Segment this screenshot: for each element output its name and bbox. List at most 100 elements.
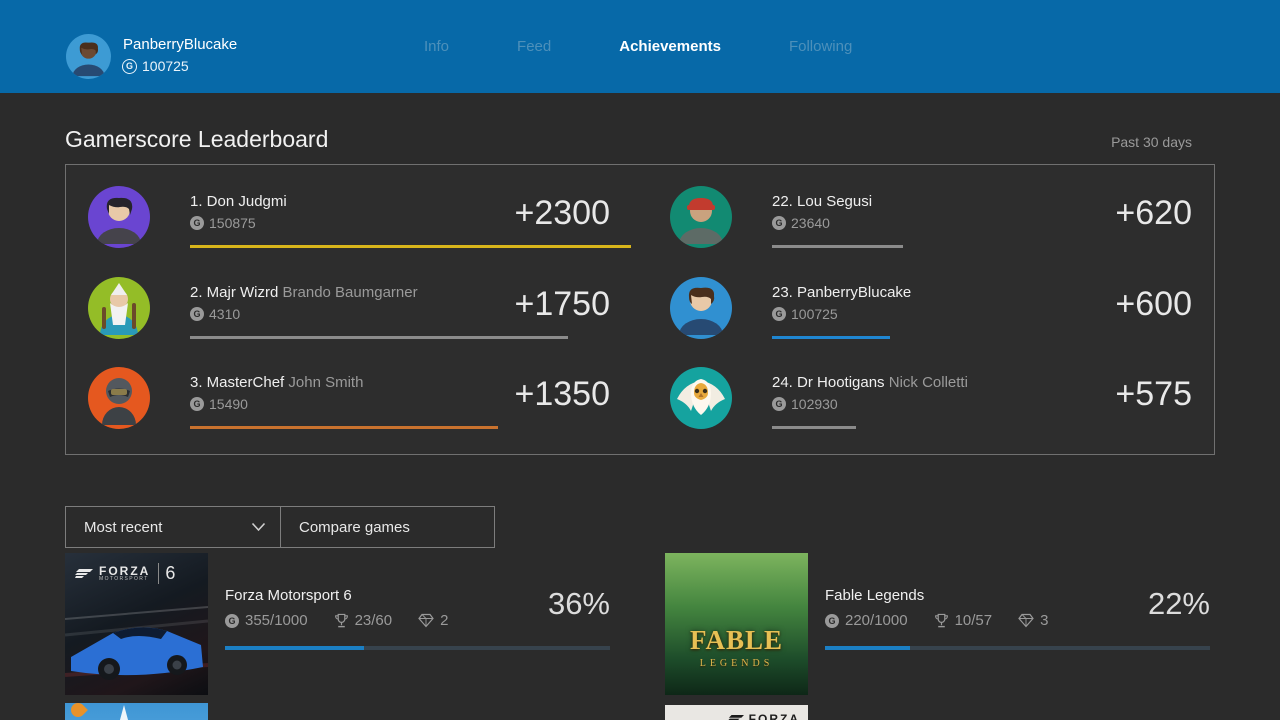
header-gamerscore-value: 100725: [142, 58, 189, 74]
avatar-figure-icon: [66, 34, 111, 79]
game-title: Fable Legends: [825, 587, 924, 604]
game-gamerscore: G 220/1000: [825, 612, 908, 629]
entry-gamerscore: G 15490: [190, 396, 248, 412]
gamerscore-icon: G: [772, 307, 786, 321]
game-challenges: 3: [1018, 612, 1048, 629]
entry-delta: +1350: [515, 375, 611, 414]
forza-logo: FORZA MOTORSPORT 6: [65, 553, 208, 584]
avatar: [88, 367, 150, 429]
entry-progress-bar: [772, 426, 856, 429]
forza-number: 6: [158, 563, 175, 584]
game-row-forza-6: FORZA MOTORSPORT 6 Forza Motorsport 6: [65, 553, 610, 695]
entry-gamerscore: G 150875: [190, 215, 256, 231]
gamerscore-icon: G: [772, 216, 786, 230]
tab-following[interactable]: Following: [789, 38, 852, 55]
avatar-figure-icon: [88, 277, 150, 339]
gamerscore-icon: G: [190, 307, 204, 321]
forza-stripes-icon: [728, 715, 744, 720]
game-achievements: 10/57: [934, 612, 993, 629]
leaderboard-entry[interactable]: 1. Don Judgmi G 150875 +2300: [88, 186, 610, 250]
games-filter-row: Most recent Compare games: [65, 506, 495, 548]
entry-gamertag: 2. Majr Wizrd: [190, 284, 278, 301]
tab-info[interactable]: Info: [424, 38, 449, 55]
entry-name: 2. Majr Wizrd Brando Baumgarner: [190, 284, 418, 301]
game-challenges: 2: [418, 612, 448, 629]
game-boxart-fable-legends[interactable]: FABLE LEGENDS: [665, 553, 808, 695]
trophy-icon: [334, 613, 349, 629]
gamerscore-icon: G: [772, 397, 786, 411]
entry-delta: +2300: [515, 194, 611, 233]
entry-name: 1. Don Judgmi: [190, 193, 287, 210]
game-achievements: 23/60: [334, 612, 393, 629]
profile-header: PanberryBlucake G 100725 Info Feed Achie…: [0, 0, 1280, 93]
forza-wordmark: FORZA: [749, 712, 800, 720]
avatar: [670, 186, 732, 248]
profile-achievements-page: PanberryBlucake G 100725 Info Feed Achie…: [0, 0, 1280, 720]
gamerscore-icon: G: [190, 397, 204, 411]
entry-gamerscore-value: 4310: [209, 306, 240, 322]
gamerscore-icon: G: [825, 614, 839, 628]
tab-feed[interactable]: Feed: [517, 38, 551, 55]
header-gamertag[interactable]: PanberryBlucake: [123, 36, 237, 53]
entry-name: 23. PanberryBlucake: [772, 284, 911, 301]
avatar-figure-icon: [88, 186, 150, 248]
entry-realname: Brando Baumgarner: [283, 284, 418, 301]
forza-stripes-icon: [75, 569, 93, 579]
leaderboard-entry[interactable]: 22. Lou Segusi G 23640 +620: [670, 186, 1192, 250]
leaderboard-entry[interactable]: 23. PanberryBlucake G 100725 +600: [670, 277, 1192, 341]
entry-gamerscore: G 102930: [772, 396, 838, 412]
entry-delta: +620: [1115, 194, 1192, 233]
game-info[interactable]: Fable Legends G 220/1000 10/57: [825, 553, 1210, 695]
game-achievements-value: 10/57: [955, 612, 993, 629]
game-progress-fill: [825, 646, 910, 650]
game-stats: G 220/1000 10/57: [825, 612, 1048, 629]
tab-achievements[interactable]: Achievements: [619, 38, 721, 55]
entry-gamertag: 24. Dr Hootigans: [772, 374, 885, 391]
game-boxart-forza-6[interactable]: FORZA MOTORSPORT 6: [65, 553, 208, 695]
entry-progress-bar: [190, 336, 568, 339]
entry-delta: +600: [1115, 285, 1192, 324]
avatar: [88, 186, 150, 248]
gamerscore-icon: G: [190, 216, 204, 230]
entry-gamerscore-value: 150875: [209, 215, 256, 231]
game-completion-percent: 22%: [1148, 586, 1210, 622]
fable-wordmark: FABLE: [690, 625, 783, 656]
forza-wordmark: FORZA MOTORSPORT: [99, 566, 150, 582]
entry-realname: Nick Colletti: [889, 374, 968, 391]
avatar-figure-icon: [670, 367, 732, 429]
leaderboard-panel: 1. Don Judgmi G 150875 +2300 22. Lou Se: [65, 164, 1215, 455]
trophy-icon: [934, 613, 949, 629]
game-boxart-partial-right[interactable]: FORZA: [665, 705, 808, 720]
leaderboard-entry[interactable]: 2. Majr Wizrd Brando Baumgarner G 4310 +…: [88, 277, 610, 341]
header-gamerscore: G 100725: [122, 58, 189, 74]
entry-gamerscore: G 23640: [772, 215, 830, 231]
avatar: [88, 277, 150, 339]
avatar: [670, 367, 732, 429]
sort-dropdown[interactable]: Most recent: [65, 506, 281, 548]
game-gamerscore: G 355/1000: [225, 612, 308, 629]
compare-games-button[interactable]: Compare games: [281, 506, 495, 548]
leaderboard-entry[interactable]: 3. MasterChef John Smith G 15490 +1350: [88, 367, 610, 431]
leaderboard-entry[interactable]: 24. Dr Hootigans Nick Colletti G 102930 …: [670, 367, 1192, 431]
user-avatar[interactable]: [66, 34, 111, 79]
entry-gamertag: 22. Lou Segusi: [772, 193, 872, 210]
game-completion-percent: 36%: [548, 586, 610, 622]
game-title: Forza Motorsport 6: [225, 587, 352, 604]
gamerscore-icon: G: [122, 59, 137, 74]
game-row-fable-legends: FABLE LEGENDS Fable Legends G 220/1000: [665, 553, 1210, 695]
chevron-down-icon: [251, 522, 266, 532]
game-gamerscore-value: 355/1000: [245, 612, 308, 629]
entry-name: 3. MasterChef John Smith: [190, 374, 363, 391]
avatar: [670, 277, 732, 339]
game-boxart-partial-left[interactable]: [65, 703, 208, 720]
sort-dropdown-value: Most recent: [84, 519, 162, 536]
game-info[interactable]: Forza Motorsport 6 G 355/1000 23/60: [225, 553, 610, 695]
game-challenges-value: 3: [1040, 612, 1048, 629]
avatar-figure-icon: [88, 367, 150, 429]
profile-tabs: Info Feed Achievements Following: [424, 0, 852, 93]
game-challenges-value: 2: [440, 612, 448, 629]
entry-progress-bar: [190, 245, 631, 248]
page-title: Gamerscore Leaderboard: [65, 126, 328, 153]
entry-gamerscore-value: 102930: [791, 396, 838, 412]
entry-delta: +575: [1115, 375, 1192, 414]
